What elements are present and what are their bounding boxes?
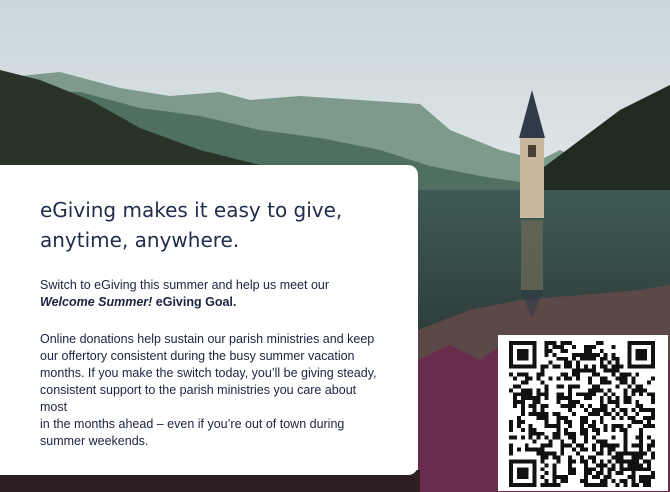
- egiving-card: eGiving makes it easy to give, anytime, …: [0, 165, 418, 475]
- intro-paragraph: Switch to eGiving this summer and help u…: [40, 277, 378, 311]
- intro-line-1: Switch to eGiving this summer and help u…: [40, 278, 330, 292]
- body-line-5: in the months ahead – even if you’re out…: [40, 417, 345, 431]
- body-line-2: our offertory consistent during the busy…: [40, 349, 355, 363]
- headline-line-1: eGiving makes it easy to give,: [40, 198, 343, 222]
- body-paragraph: Online donations help sustain our parish…: [40, 331, 378, 450]
- intro-line-2: Welcome Summer! eGiving Goal.: [40, 294, 378, 311]
- body-line-3: months. If you make the switch today, yo…: [40, 366, 377, 380]
- church-tower-illustration: [519, 90, 545, 318]
- body-line-4: consistent support to the parish ministr…: [40, 383, 357, 414]
- body-line-6: summer weekends.: [40, 434, 149, 448]
- headline-line-2: anytime, anywhere.: [40, 228, 240, 252]
- qr-code[interactable]: [498, 335, 668, 491]
- goal-suffix: eGiving Goal.: [152, 295, 237, 309]
- goal-name: Welcome Summer!: [40, 295, 153, 309]
- body-line-1: Online donations help sustain our parish…: [40, 332, 375, 346]
- qr-code-icon: [509, 341, 655, 487]
- headline: eGiving makes it easy to give, anytime, …: [40, 195, 378, 255]
